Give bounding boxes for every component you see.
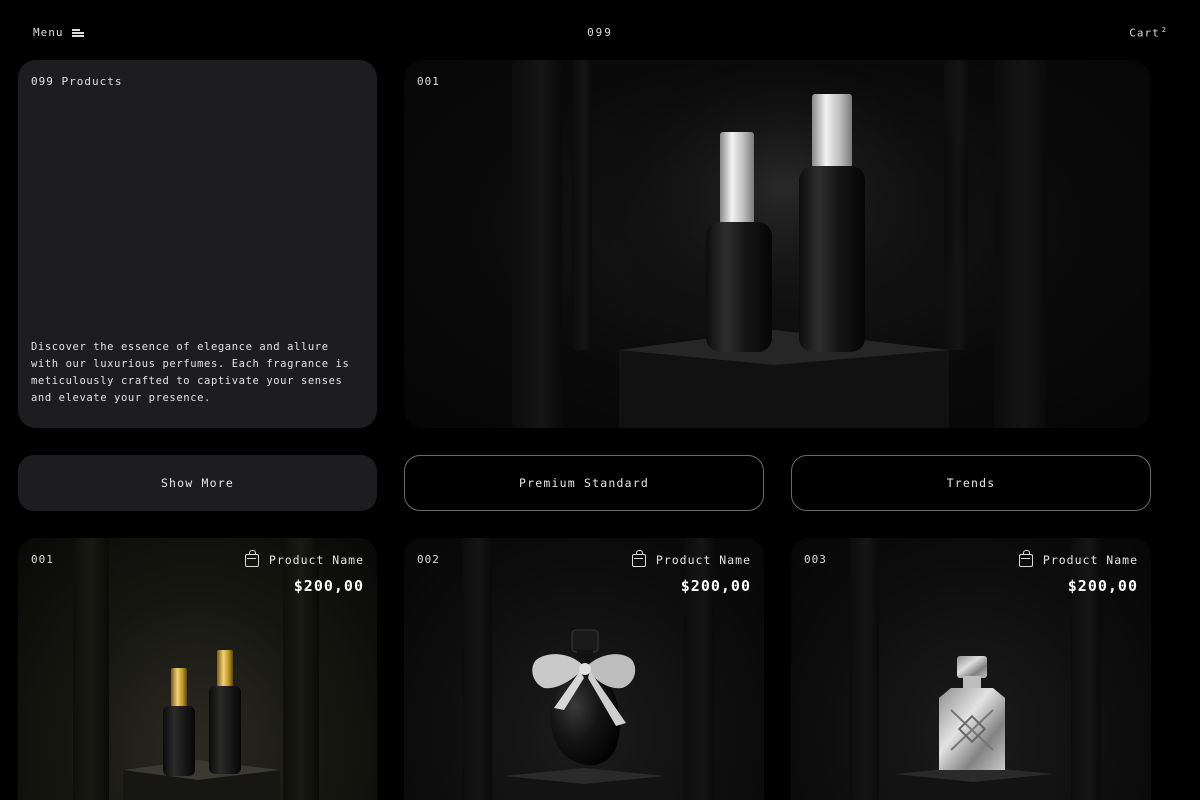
add-to-cart[interactable]: Product Name bbox=[244, 549, 364, 567]
intro-description: Discover the essence of elegance and all… bbox=[31, 341, 350, 404]
cart-label: Cart bbox=[1129, 26, 1160, 40]
intro-card: 099 Products Discover the essence of ele… bbox=[18, 60, 377, 428]
add-to-cart[interactable]: Product Name bbox=[631, 549, 751, 567]
products-count-tag: 099 Products bbox=[31, 75, 123, 88]
premium-standard-button[interactable]: Premium Standard bbox=[404, 455, 764, 511]
product-card[interactable]: 001 Product Name $200,00 bbox=[18, 538, 377, 800]
top-bar: Menu 099 Cart 2 bbox=[0, 0, 1200, 60]
show-more-button[interactable]: Show More bbox=[18, 455, 377, 511]
product-price: $200,00 bbox=[1067, 577, 1138, 595]
product-number: 003 bbox=[804, 553, 827, 566]
product-name: Product Name bbox=[655, 553, 751, 567]
product-card[interactable]: 002 Product Name $200,00 bbox=[404, 538, 764, 800]
hero-perfume-image bbox=[584, 60, 984, 428]
product-price: $200,00 bbox=[293, 577, 364, 595]
product-number: 002 bbox=[417, 553, 440, 566]
product-price: $200,00 bbox=[680, 577, 751, 595]
shopping-bag-icon bbox=[1018, 549, 1033, 567]
hero-number: 001 bbox=[417, 75, 440, 88]
product-number: 001 bbox=[31, 553, 54, 566]
brand-logo[interactable]: 099 bbox=[0, 26, 1200, 39]
cart-button[interactable]: Cart 2 bbox=[1129, 26, 1167, 40]
shopping-bag-icon bbox=[631, 549, 646, 567]
product-name: Product Name bbox=[1042, 553, 1138, 567]
trends-button[interactable]: Trends bbox=[791, 455, 1151, 511]
hero-card[interactable]: 001 bbox=[404, 60, 1150, 428]
add-to-cart[interactable]: Product Name bbox=[1018, 549, 1138, 567]
cart-count: 2 bbox=[1161, 26, 1167, 34]
product-card[interactable]: 003 Product Name $200,00 bbox=[791, 538, 1151, 800]
shopping-bag-icon bbox=[244, 549, 259, 567]
product-name: Product Name bbox=[268, 553, 364, 567]
